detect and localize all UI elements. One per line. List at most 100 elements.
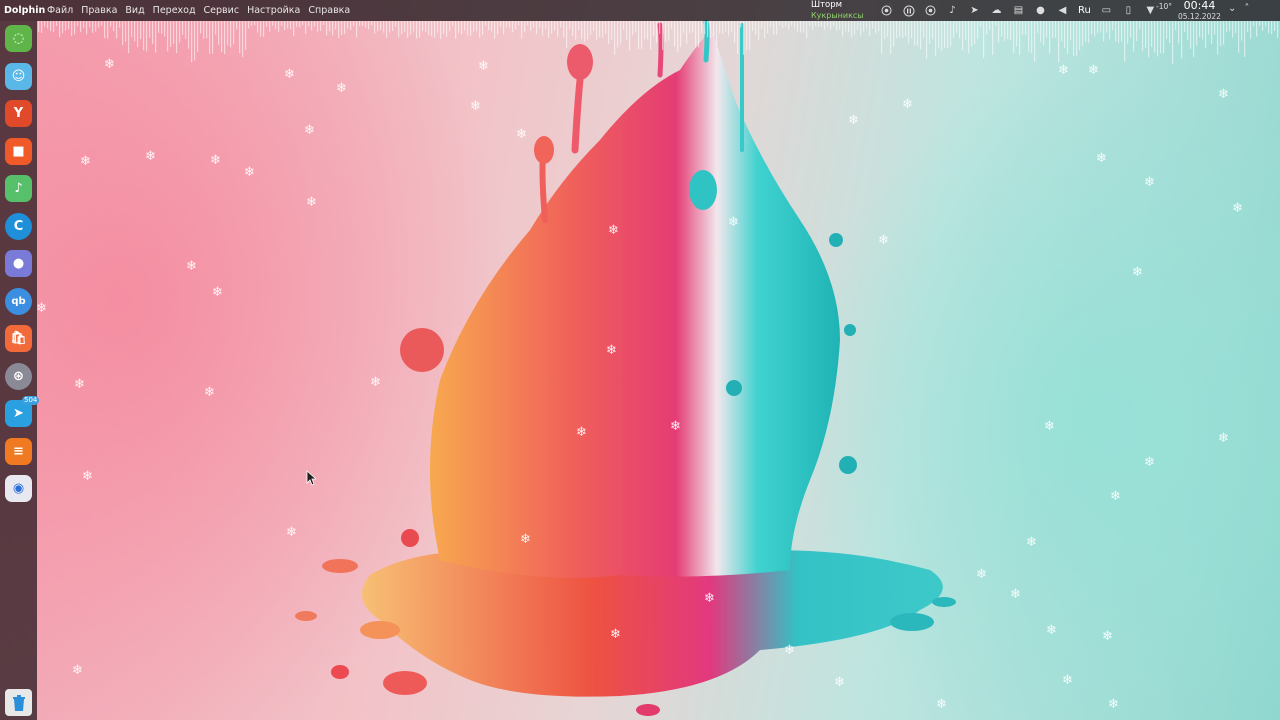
chevron-down-icon[interactable]: ⌄	[1228, 3, 1236, 14]
svg-text:❄: ❄	[1044, 419, 1055, 434]
mouse-pointer-icon	[306, 470, 316, 486]
menu-help[interactable]: Справка	[308, 5, 350, 16]
media-track-title[interactable]: Шторм	[811, 0, 842, 10]
menu-bar: Файл Правка Вид Переход Сервис Настройка…	[47, 5, 350, 16]
svg-text:❄: ❄	[244, 165, 255, 180]
paint-splash-artwork: ❄❄❄ ❄❄ ❄ ❄❄❄ ❄❄❄ ❄❄❄ ❄❄❄ ❄❄❄ ❄ ❄❄ ❄❄❄ ❄❄❄ …	[36, 1, 1243, 716]
active-app-name[interactable]: Dolphin	[4, 5, 45, 16]
svg-text:❄: ❄	[1096, 151, 1107, 166]
chevron-up-icon[interactable]: ˄	[1244, 3, 1249, 14]
panel-window-controls: ⌄ ˄	[1228, 3, 1249, 14]
yandex-browser-icon[interactable]: Y	[5, 100, 32, 127]
cloud-icon[interactable]: ☁	[990, 4, 1003, 17]
media-track-artist[interactable]: Кукрыниксы	[811, 11, 864, 20]
trash-icon[interactable]	[5, 689, 32, 716]
svg-text:❄: ❄	[304, 123, 315, 138]
svg-text:❄: ❄	[936, 697, 947, 712]
menu-go[interactable]: Переход	[153, 5, 196, 16]
svg-text:❄: ❄	[204, 385, 215, 400]
camera-lens-icon[interactable]: ●	[5, 250, 32, 277]
clipboard-icon[interactable]: ▤	[1012, 4, 1025, 17]
svg-text:❄: ❄	[1026, 535, 1037, 550]
svg-text:❄: ❄	[478, 59, 489, 74]
svg-text:❄: ❄	[576, 425, 587, 440]
svg-text:❄: ❄	[1218, 431, 1229, 446]
svg-text:❄: ❄	[1132, 265, 1143, 280]
svg-text:❄: ❄	[104, 57, 115, 72]
svg-text:❄: ❄	[336, 81, 347, 96]
svg-text:❄: ❄	[1218, 87, 1229, 102]
svg-text:❄: ❄	[36, 301, 47, 316]
svg-text:❄: ❄	[704, 591, 715, 606]
svg-text:❄: ❄	[1010, 587, 1021, 602]
svg-text:❄: ❄	[848, 113, 859, 128]
menu-view[interactable]: Вид	[125, 5, 144, 16]
keyboard-layout[interactable]: Ru	[1078, 5, 1091, 16]
menu-edit[interactable]: Правка	[81, 5, 117, 16]
media-previous-icon[interactable]	[880, 4, 893, 17]
volume-icon[interactable]: ◀	[1056, 4, 1069, 17]
clock[interactable]: 00:44 05.12.2022	[1178, 0, 1221, 21]
svg-text:❄: ❄	[72, 663, 83, 678]
svg-text:❄: ❄	[1088, 63, 1099, 78]
music-icon[interactable]: ♪	[5, 175, 32, 202]
battery-icon[interactable]: ▯	[1122, 4, 1135, 17]
wifi-icon[interactable]: ▼	[1144, 4, 1157, 17]
svg-text:❄: ❄	[610, 627, 621, 642]
media-pause-icon[interactable]	[902, 4, 915, 17]
weather-temperature[interactable]: -10°	[1156, 2, 1172, 11]
svg-text:❄: ❄	[1046, 623, 1057, 638]
svg-text:❄: ❄	[516, 127, 527, 142]
sublime-icon[interactable]: ≡	[5, 437, 32, 465]
svg-text:❄: ❄	[1144, 455, 1155, 470]
menu-tools[interactable]: Сервис	[204, 5, 240, 16]
svg-text:❄: ❄	[1058, 63, 1069, 78]
bulb-icon[interactable]: ●	[1034, 4, 1047, 17]
svg-text:❄: ❄	[470, 99, 481, 114]
svg-text:❄: ❄	[878, 233, 889, 248]
svg-text:❄: ❄	[284, 67, 295, 82]
leaf-app-icon[interactable]: ◌	[5, 25, 32, 52]
telegram-tray-icon[interactable]: ➤	[968, 4, 981, 17]
music-note-icon[interactable]: ♪	[946, 4, 959, 17]
screenshot-icon[interactable]: ◉	[5, 475, 32, 502]
shop-icon[interactable]: 🛍	[5, 325, 32, 352]
svg-text:❄: ❄	[1232, 201, 1243, 216]
clock-time: 00:44	[1183, 0, 1216, 12]
svg-text:❄: ❄	[1108, 697, 1119, 712]
svg-text:❄: ❄	[74, 377, 85, 392]
svg-text:❄: ❄	[1102, 629, 1113, 644]
svg-text:❄: ❄	[212, 285, 223, 300]
finder-icon[interactable]: ☺	[5, 62, 32, 90]
menu-settings[interactable]: Настройка	[247, 5, 300, 16]
video-call-icon[interactable]: ■	[5, 137, 32, 165]
menu-file[interactable]: Файл	[47, 5, 73, 16]
svg-text:❄: ❄	[1110, 489, 1121, 504]
dock: ◌ ☺ Y ■ ♪ C ● qb 🛍 ⊛ ➤ 504 ≡ ◉	[0, 21, 40, 720]
svg-text:❄: ❄	[976, 567, 987, 582]
telegram-icon[interactable]: ➤ 504	[5, 396, 40, 427]
clock-date: 05.12.2022	[1178, 12, 1221, 21]
svg-text:❄: ❄	[784, 643, 795, 658]
svg-text:❄: ❄	[286, 525, 297, 540]
top-panel: Dolphin Файл Правка Вид Переход Сервис Н…	[0, 0, 1280, 21]
browser-c-icon[interactable]: C	[5, 212, 32, 240]
svg-text:❄: ❄	[902, 97, 913, 112]
svg-text:❄: ❄	[1144, 175, 1155, 190]
media-next-icon[interactable]	[924, 4, 937, 17]
svg-text:❄: ❄	[728, 215, 739, 230]
qbittorrent-icon[interactable]: qb	[5, 287, 32, 315]
svg-text:❄: ❄	[145, 149, 156, 164]
svg-text:❄: ❄	[1062, 673, 1073, 688]
svg-text:❄: ❄	[306, 195, 317, 210]
svg-text:❄: ❄	[670, 419, 681, 434]
svg-text:❄: ❄	[606, 343, 617, 358]
display-icon[interactable]: ▭	[1100, 4, 1113, 17]
svg-text:❄: ❄	[834, 675, 845, 690]
svg-text:❄: ❄	[210, 153, 221, 168]
steering-wheel-icon[interactable]: ⊛	[5, 362, 32, 390]
svg-text:❄: ❄	[186, 259, 197, 274]
notification-badge: 504	[22, 396, 40, 405]
svg-text:❄: ❄	[82, 469, 93, 484]
svg-text:❄: ❄	[608, 223, 619, 238]
